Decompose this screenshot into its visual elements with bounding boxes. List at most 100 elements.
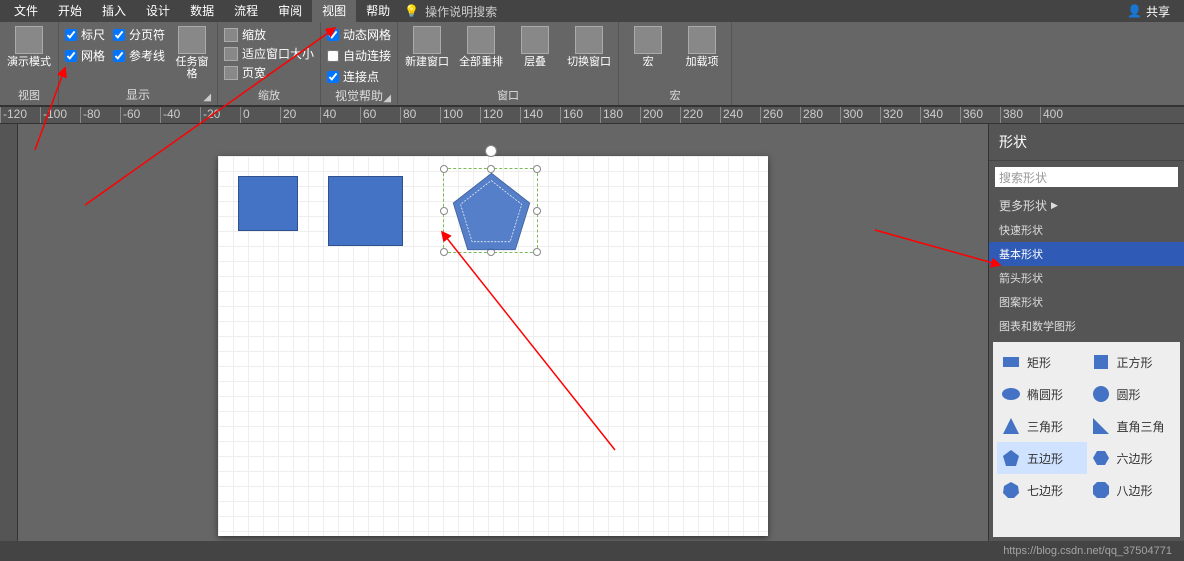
- addins-label: 加载项: [686, 56, 719, 68]
- tab-process[interactable]: 流程: [224, 0, 268, 22]
- canvas-workspace[interactable]: [18, 124, 988, 541]
- fit-window-label: 适应窗口大小: [242, 45, 314, 62]
- shape-item-circle[interactable]: 圆形: [1087, 378, 1177, 410]
- tab-design[interactable]: 设计: [136, 0, 180, 22]
- arrange-all-label: 全部重排: [459, 56, 503, 68]
- shape-label: 椭圆形: [1027, 386, 1063, 403]
- page-width-label: 页宽: [242, 64, 266, 81]
- shape-item-hexagon[interactable]: 六边形: [1087, 442, 1177, 474]
- shape-item-rectangle[interactable]: 矩形: [997, 346, 1087, 378]
- presentation-icon: [15, 26, 43, 54]
- page-breaks-checkbox[interactable]: 分页符: [113, 26, 165, 43]
- drawing-page[interactable]: [218, 156, 768, 536]
- arrange-all-icon: [467, 26, 495, 54]
- tab-review[interactable]: 审阅: [268, 0, 312, 22]
- octagon-icon: [1091, 480, 1111, 500]
- group-window-label: 窗口: [404, 85, 612, 105]
- connection-points-checkbox[interactable]: 连接点: [327, 68, 391, 85]
- display-launcher-icon[interactable]: ◢: [203, 92, 211, 103]
- dynamic-grid-checkbox[interactable]: 动态网格: [327, 26, 391, 43]
- more-shapes-label: 更多形状: [999, 197, 1047, 214]
- cascade-label: 层叠: [524, 56, 546, 68]
- group-view: 演示模式 视图: [0, 22, 59, 105]
- shape-item-ellipse[interactable]: 椭圆形: [997, 378, 1087, 410]
- category-quick-shapes[interactable]: 快速形状: [989, 218, 1184, 242]
- connection-points-label: 连接点: [343, 68, 379, 85]
- shapes-search-input[interactable]: 搜索形状: [995, 167, 1178, 187]
- share-icon: 👤: [1127, 4, 1142, 18]
- shape-rectangle-1[interactable]: [238, 176, 298, 231]
- watermark: https://blog.csdn.net/qq_37504771: [1003, 545, 1172, 557]
- task-panes-button[interactable]: 任务窗格: [173, 24, 211, 80]
- tab-insert[interactable]: 插入: [92, 0, 136, 22]
- macros-icon: [634, 26, 662, 54]
- shape-item-triangle[interactable]: 三角形: [997, 410, 1087, 442]
- category-chart-math-shapes[interactable]: 图表和数学图形: [989, 314, 1184, 338]
- shape-item-right-triangle[interactable]: 直角三角: [1087, 410, 1177, 442]
- group-view-label: 视图: [6, 85, 52, 105]
- shape-label: 六边形: [1117, 450, 1153, 467]
- shapes-pane: 形状 搜索形状 更多形状▶ 快速形状 基本形状 箭头形状 图案形状 图表和数学图…: [988, 124, 1184, 541]
- category-basic-shapes[interactable]: 基本形状: [989, 242, 1184, 266]
- tab-home[interactable]: 开始: [48, 0, 92, 22]
- category-arrow-shapes[interactable]: 箭头形状: [989, 266, 1184, 290]
- visual-help-launcher-icon[interactable]: ◢: [383, 93, 391, 104]
- new-window-icon: [413, 26, 441, 54]
- tab-data[interactable]: 数据: [180, 0, 224, 22]
- cascade-button[interactable]: 层叠: [512, 24, 558, 68]
- macros-label: 宏: [643, 56, 654, 68]
- auto-connect-checkbox[interactable]: 自动连接: [327, 47, 391, 64]
- fit-window-button[interactable]: 适应窗口大小: [224, 45, 314, 62]
- group-visual-help-label: 视觉帮助◢: [327, 85, 391, 106]
- addins-button[interactable]: 加载项: [679, 24, 725, 68]
- zoom-icon: [224, 28, 238, 42]
- ruler-checkbox[interactable]: 标尺: [65, 26, 105, 43]
- arrange-all-button[interactable]: 全部重排: [458, 24, 504, 68]
- tell-me-search[interactable]: 操作说明搜索: [425, 3, 497, 20]
- shapes-gallery: 矩形 正方形 椭圆形 圆形 三角形 直角三角 五边形 六边形 七边形 八边形: [993, 342, 1180, 537]
- group-window: 新建窗口 全部重排 层叠 切换窗口 窗口: [398, 22, 619, 105]
- category-pattern-shapes[interactable]: 图案形状: [989, 290, 1184, 314]
- shape-label: 八边形: [1117, 482, 1153, 499]
- share-label: 共享: [1146, 3, 1170, 20]
- page-width-button[interactable]: 页宽: [224, 64, 314, 81]
- shape-label: 三角形: [1027, 418, 1063, 435]
- tab-view[interactable]: 视图: [312, 0, 356, 22]
- shape-item-octagon[interactable]: 八边形: [1087, 474, 1177, 506]
- shape-label: 正方形: [1117, 354, 1153, 371]
- guides-checkbox[interactable]: 参考线: [113, 47, 165, 64]
- selection-box[interactable]: [443, 168, 538, 253]
- more-shapes-link[interactable]: 更多形状▶: [989, 193, 1184, 218]
- rotate-handle[interactable]: [485, 145, 497, 157]
- switch-windows-button[interactable]: 切换窗口: [566, 24, 612, 68]
- grid-checkbox[interactable]: 网格: [65, 47, 105, 64]
- group-display: 标尺 网格 分页符 参考线 任务窗格 显示◢: [59, 22, 218, 105]
- task-panes-label: 任务窗格: [173, 56, 211, 80]
- ellipse-icon: [1001, 384, 1021, 404]
- triangle-icon: [1001, 416, 1021, 436]
- guides-label: 参考线: [129, 47, 165, 64]
- tab-file[interactable]: 文件: [4, 0, 48, 22]
- task-panes-icon: [178, 26, 206, 54]
- shape-label: 圆形: [1117, 386, 1141, 403]
- addins-icon: [688, 26, 716, 54]
- tab-help[interactable]: 帮助: [356, 0, 400, 22]
- auto-connect-label: 自动连接: [343, 47, 391, 64]
- shape-pentagon[interactable]: [444, 169, 539, 254]
- horizontal-ruler: -120-100-80-60-40-2002040608010012014016…: [0, 106, 1184, 124]
- ruler-label: 标尺: [81, 26, 105, 43]
- menubar: 文件 开始 插入 设计 数据 流程 审阅 视图 帮助 💡 操作说明搜索 👤 共享: [0, 0, 1184, 22]
- presentation-mode-button[interactable]: 演示模式: [6, 24, 52, 68]
- shape-item-heptagon[interactable]: 七边形: [997, 474, 1087, 506]
- shape-item-square[interactable]: 正方形: [1087, 346, 1177, 378]
- lightbulb-icon: 💡: [404, 4, 419, 18]
- cascade-icon: [521, 26, 549, 54]
- shapes-pane-title: 形状: [989, 124, 1184, 161]
- shape-rectangle-2[interactable]: [328, 176, 403, 246]
- shape-item-pentagon[interactable]: 五边形: [997, 442, 1087, 474]
- shape-label: 五边形: [1027, 450, 1063, 467]
- macros-button[interactable]: 宏: [625, 24, 671, 68]
- new-window-button[interactable]: 新建窗口: [404, 24, 450, 68]
- share-button[interactable]: 👤 共享: [1127, 3, 1180, 20]
- zoom-button[interactable]: 缩放: [224, 26, 314, 43]
